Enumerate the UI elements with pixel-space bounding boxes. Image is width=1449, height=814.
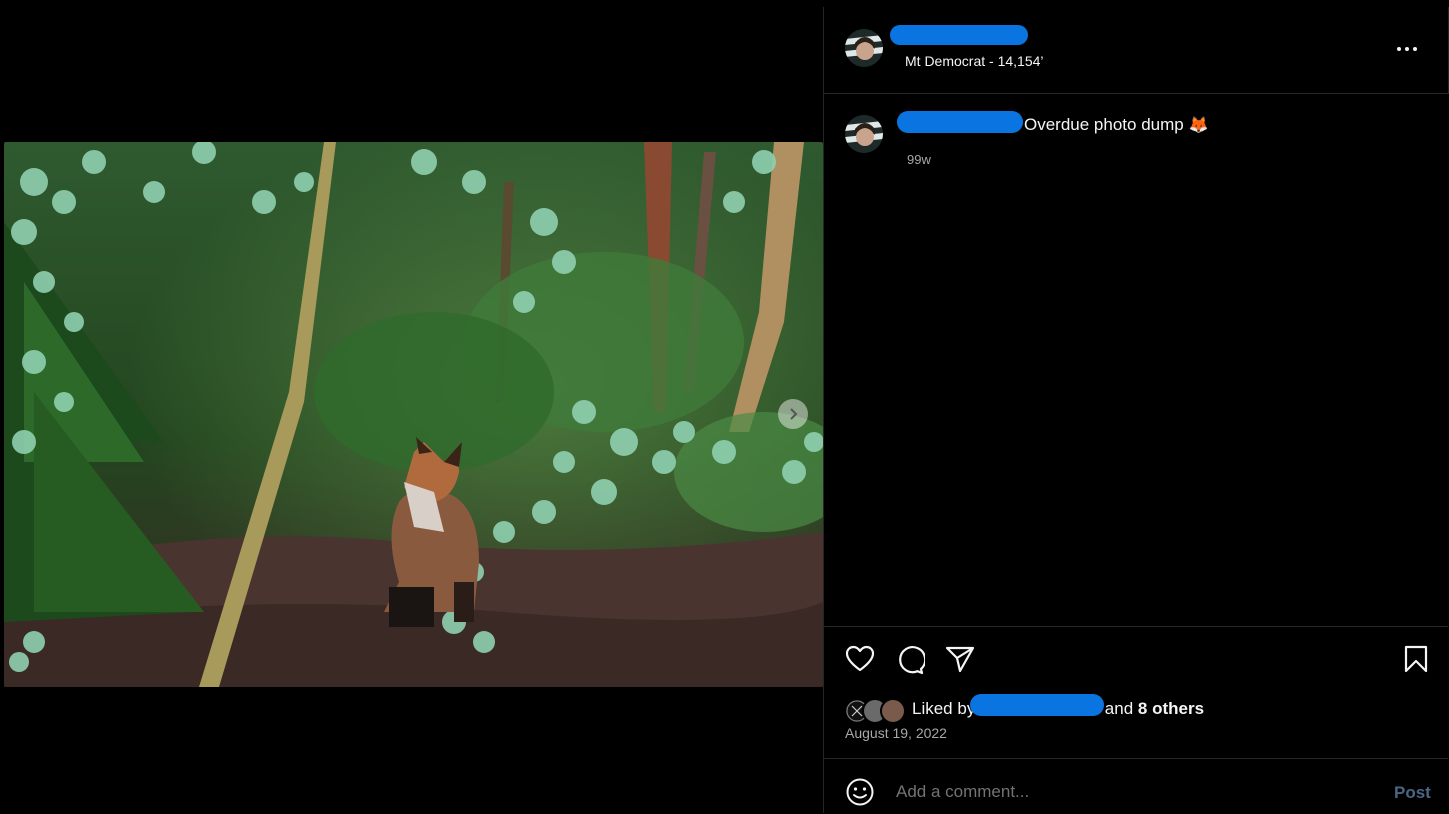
redacted-caption-username (897, 111, 1023, 133)
redacted-username (890, 25, 1028, 45)
more-options-icon (1397, 47, 1417, 51)
caption-timestamp[interactable]: 99w (907, 152, 931, 167)
caption-author-avatar[interactable] (845, 115, 883, 153)
liked-and: and (1104, 699, 1134, 718)
share-button[interactable] (945, 645, 975, 678)
post-date[interactable]: August 19, 2022 (845, 725, 947, 741)
fox-forest-image (4, 142, 823, 687)
comment-bar: Post (824, 758, 1448, 814)
comment-icon (899, 646, 927, 675)
avatar-image (845, 29, 883, 67)
chevron-right-icon (790, 408, 798, 420)
like-button[interactable] (845, 645, 875, 678)
bookmark-icon (1404, 645, 1428, 673)
more-options-button[interactable] (1395, 41, 1419, 57)
next-slide-button[interactable] (778, 399, 808, 429)
post-header: Mt Democrat - 14,154’ (824, 7, 1449, 94)
post-actions: Liked by and 8 others August 19, 2022 (824, 626, 1448, 759)
liked-others-link[interactable]: 8 others (1138, 699, 1204, 718)
avatar-image (845, 115, 883, 153)
liked-by-prefix: Liked by (912, 699, 976, 718)
comment-input[interactable] (894, 779, 1368, 805)
caption-text: Overdue photo dump 🦊 (1024, 115, 1208, 135)
author-avatar[interactable] (845, 29, 883, 67)
redacted-liker-username (970, 694, 1104, 716)
post-photo[interactable] (4, 142, 823, 687)
emoji-icon (846, 778, 874, 806)
comment-button[interactable] (895, 645, 927, 680)
liker-avatar[interactable] (880, 698, 906, 724)
heart-icon (845, 645, 875, 672)
save-button[interactable] (1403, 645, 1429, 678)
post-location[interactable]: Mt Democrat - 14,154’ (905, 53, 1044, 69)
caption-body: Overdue photo dump (1024, 115, 1184, 134)
fox-emoji: 🦊 (1188, 117, 1209, 134)
post-panel: Mt Democrat - 14,154’ Overdue photo dump… (823, 7, 1449, 813)
post-comment-button[interactable]: Post (1394, 783, 1431, 803)
send-icon (945, 646, 975, 673)
emoji-button[interactable] (845, 777, 875, 812)
